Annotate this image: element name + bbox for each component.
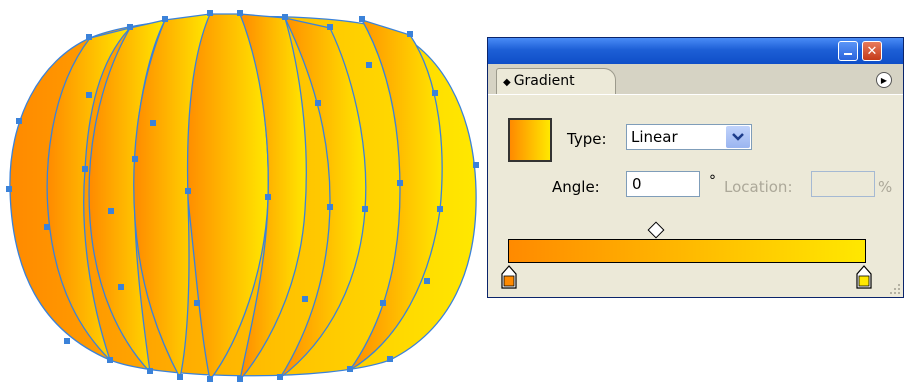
chevron-down-icon[interactable] (726, 126, 750, 148)
color-stop-start[interactable] (501, 265, 517, 289)
color-stop-end[interactable] (856, 265, 872, 289)
palette-titlebar[interactable]: ✕ (488, 38, 903, 64)
gradient-slider-bar[interactable] (508, 239, 866, 263)
tab-gradient[interactable]: ◆ Gradient (496, 68, 616, 94)
palette-tabstrip: ◆ Gradient ▶ (488, 64, 903, 95)
location-label: Location: (724, 178, 793, 196)
resize-grip-icon[interactable] (889, 283, 901, 295)
type-select-value: Linear (631, 128, 678, 146)
angle-input[interactable]: 0 (626, 171, 700, 197)
minimize-icon[interactable] (838, 41, 858, 61)
degree-symbol: ° (709, 173, 716, 189)
percent-label: % (878, 178, 893, 196)
type-label: Type: (567, 130, 607, 148)
tab-gradient-label: Gradient (513, 73, 575, 89)
gradient-swatch[interactable] (508, 118, 552, 162)
location-input[interactable] (811, 171, 875, 197)
angle-label: Angle: (552, 178, 600, 196)
gradient-palette: ✕ ◆ Gradient ▶ Type: Linear Angle: 0 ° Lo… (487, 37, 904, 298)
pumpkin-artwork[interactable] (0, 0, 490, 385)
close-icon[interactable]: ✕ (862, 41, 882, 61)
type-select[interactable]: Linear (626, 124, 752, 150)
gradient-midpoint-handle[interactable] (647, 221, 665, 239)
palette-menu-icon[interactable]: ▶ (876, 72, 892, 88)
expand-collapse-icon[interactable]: ◆ (503, 77, 511, 88)
